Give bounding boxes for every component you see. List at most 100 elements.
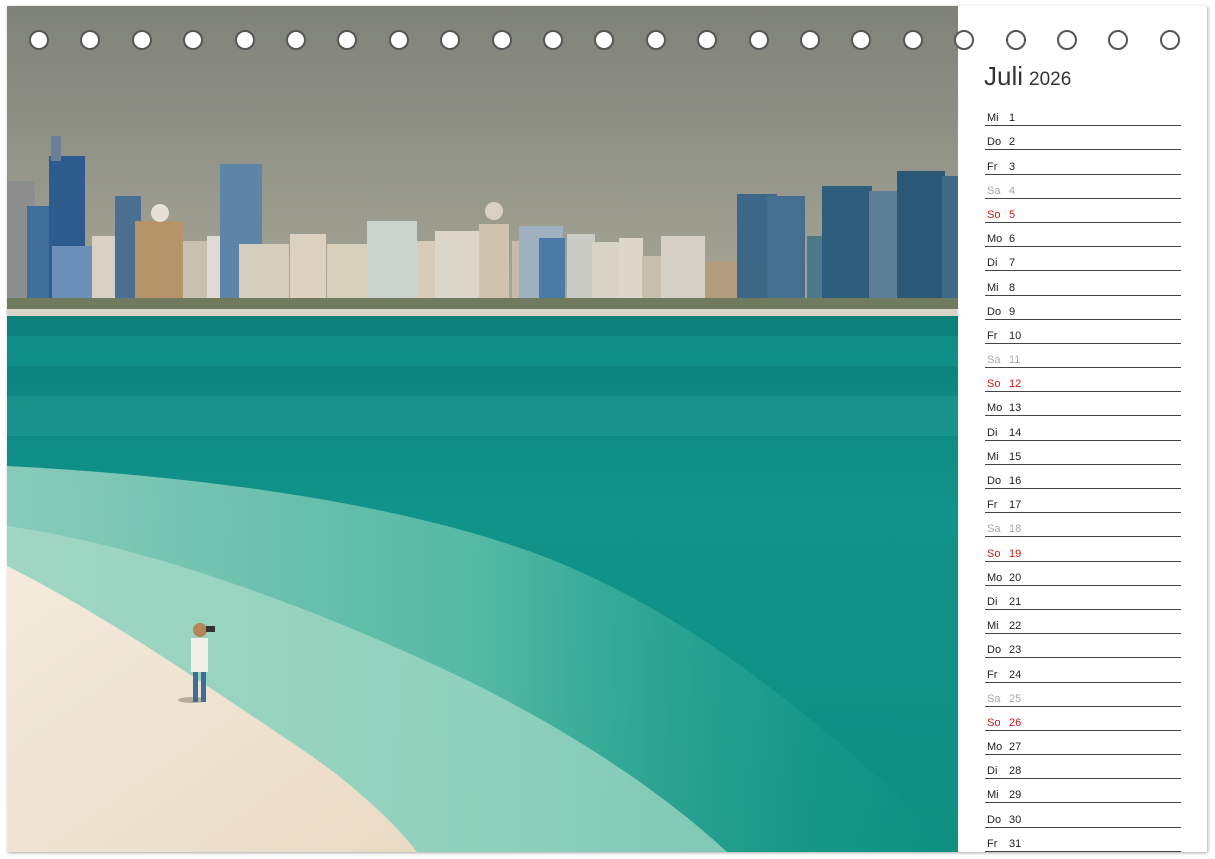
day-row: Di 14 — [985, 416, 1181, 441]
binding-ring — [645, 30, 666, 50]
day-row: Mi 22 — [985, 610, 1181, 635]
binding-ring — [851, 30, 872, 50]
day-number: 21 — [1009, 595, 1022, 608]
day-row: Sa 11 — [985, 344, 1181, 369]
day-number: 26 — [1009, 716, 1022, 729]
binding-ring — [1057, 30, 1077, 50]
weekday-label: Sa — [987, 184, 1001, 197]
day-number: 16 — [1009, 475, 1022, 487]
binding-ring — [29, 30, 49, 50]
weekday-label: Sa — [987, 523, 1001, 536]
day-row: Di 28 — [985, 755, 1181, 780]
day-number: 13 — [1009, 402, 1022, 415]
binding-ring — [697, 30, 718, 50]
day-number: 27 — [1009, 741, 1022, 754]
weekday-label: Do — [987, 813, 1002, 826]
day-number: 5 — [1009, 208, 1016, 221]
binding-ring — [440, 30, 461, 50]
binding-ring — [543, 30, 563, 50]
weekday-label: Fr — [987, 837, 998, 850]
weekday-label: Mo — [987, 571, 1003, 584]
calendar-page: Juli 2026 Mi 1 Do 2 Fr 3 Sa 4 So 5 Mo 6 Di 7 Mi 8 Do 9 Fr 10… — [7, 6, 1207, 852]
day-number: 3 — [1009, 160, 1016, 173]
day-number: 9 — [1009, 305, 1016, 318]
weekday-label: Do — [987, 644, 1002, 657]
day-number: 7 — [1009, 257, 1016, 270]
binding-ring — [800, 30, 820, 50]
weekday-label: Fr — [987, 499, 998, 512]
day-number: 30 — [1009, 813, 1022, 826]
day-row: So 5 — [985, 199, 1181, 223]
day-number: 28 — [1009, 765, 1022, 778]
binding-ring — [748, 30, 769, 50]
weekday-label: Mo — [987, 233, 1003, 246]
weekday-label: Do — [987, 475, 1002, 487]
weekday-label: Mi — [987, 112, 999, 125]
binding-ring — [286, 30, 306, 50]
day-row: Sa 4 — [985, 175, 1181, 199]
day-row: Do 9 — [985, 296, 1181, 320]
day-number: 23 — [1009, 644, 1022, 657]
year-label: 2026 — [1029, 69, 1072, 90]
weekday-label: Do — [987, 305, 1002, 318]
day-row: Mi 29 — [985, 779, 1181, 804]
day-row: Mo 20 — [985, 562, 1181, 586]
day-row: Mo 27 — [985, 731, 1181, 756]
day-row: Fr 17 — [985, 489, 1181, 514]
weekday-label: Mi — [987, 620, 999, 633]
spiral-binding — [29, 30, 1189, 56]
weekday-label: Di — [987, 257, 998, 270]
weekday-label: Di — [987, 765, 998, 778]
day-number: 6 — [1009, 233, 1016, 246]
day-row: So 19 — [985, 537, 1181, 562]
day-number: 10 — [1009, 329, 1022, 342]
day-row: Mi 8 — [985, 271, 1181, 296]
binding-ring — [594, 30, 615, 50]
weekday-label: Fr — [987, 329, 998, 342]
weekday-label: So — [987, 378, 1001, 391]
weekday-label: Fr — [987, 160, 998, 173]
weekday-label: So — [987, 208, 1001, 221]
day-row: So 12 — [985, 368, 1181, 393]
day-number: 18 — [1009, 523, 1022, 536]
day-row: Do 23 — [985, 634, 1181, 659]
day-number: 31 — [1009, 837, 1022, 850]
weekday-label: So — [987, 547, 1001, 560]
day-number: 1 — [1009, 112, 1016, 125]
day-row: Sa 18 — [985, 513, 1181, 538]
weekday-label: Mi — [987, 281, 999, 294]
weekday-label: Sa — [987, 692, 1001, 705]
day-row: Fr 3 — [985, 150, 1181, 175]
day-row: Do 30 — [985, 803, 1181, 828]
binding-ring — [954, 30, 975, 50]
day-number: 19 — [1009, 547, 1022, 560]
weekday-label: Sa — [987, 354, 1001, 367]
day-row: Sa 25 — [985, 683, 1181, 707]
binding-ring — [1005, 30, 1026, 50]
day-number: 20 — [1009, 571, 1022, 584]
day-row: Do 2 — [985, 126, 1181, 151]
day-number: 22 — [1009, 620, 1022, 633]
day-row: Di 21 — [985, 586, 1181, 610]
weekday-label: So — [987, 716, 1001, 729]
calendar-panel: Juli 2026 Mi 1 Do 2 Fr 3 Sa 4 So 5 Mo 6 Di 7 Mi 8 Do 9 Fr 10… — [958, 6, 1207, 852]
photo-illustration — [7, 6, 958, 852]
day-number: 8 — [1009, 281, 1016, 294]
weekday-label: Di — [987, 426, 998, 439]
day-row: Mi 1 — [985, 102, 1181, 127]
day-row: So 26 — [985, 707, 1181, 731]
binding-ring — [1108, 30, 1129, 50]
binding-ring — [80, 30, 101, 50]
day-row: Fr 24 — [985, 658, 1181, 683]
day-number: 4 — [1009, 184, 1016, 197]
day-row: Mo 13 — [985, 392, 1181, 417]
binding-ring — [1159, 30, 1180, 50]
day-row: Mo 6 — [985, 223, 1181, 248]
day-row: Do 16 — [985, 465, 1181, 489]
weekday-label: Fr — [987, 668, 998, 681]
day-number: 24 — [1009, 668, 1022, 681]
day-number: 17 — [1009, 499, 1022, 512]
weekday-label: Mo — [987, 402, 1003, 415]
day-number: 14 — [1009, 426, 1022, 439]
day-number: 12 — [1009, 378, 1022, 391]
